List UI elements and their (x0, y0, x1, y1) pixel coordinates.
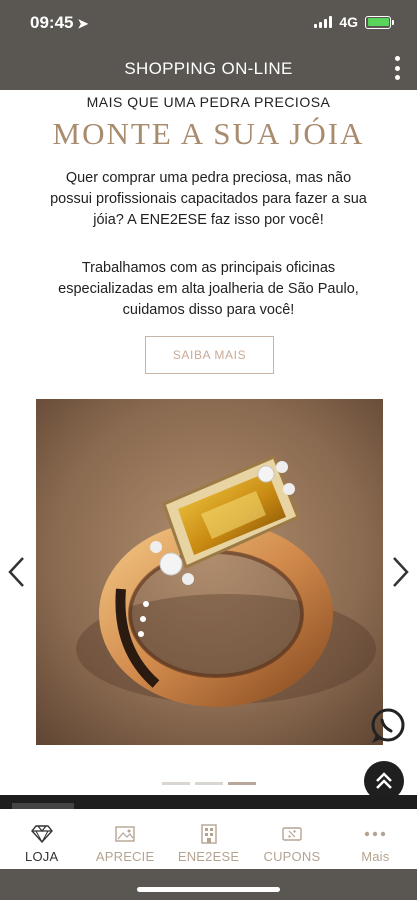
app-bar: SHOPPING ON-LINE (0, 46, 417, 90)
hero-headline: MONTE A SUA JÓIA (52, 116, 365, 151)
nav-label: CUPONS (263, 849, 321, 864)
carousel-dot[interactable] (195, 782, 223, 785)
nav-item-loja[interactable]: LOJA (0, 809, 83, 869)
home-indicator-area (0, 869, 417, 900)
diamond-icon (30, 823, 53, 845)
app-title: SHOPPING ON-LINE (124, 59, 293, 78)
nav-item-ene2ese[interactable]: ENE2ESE (167, 809, 250, 869)
nav-label: Mais (361, 849, 390, 864)
more-options-icon[interactable] (391, 56, 403, 80)
coupon-icon (281, 823, 303, 845)
nav-label: ENE2ESE (177, 849, 240, 864)
image-icon (114, 823, 136, 845)
whatsapp-icon[interactable] (366, 705, 408, 747)
carousel-dot-active[interactable] (228, 782, 256, 785)
nav-divider (0, 795, 417, 809)
nav-item-cupons[interactable]: CUPONS (250, 809, 333, 869)
nav-item-aprecie[interactable]: APRECIE (83, 809, 166, 869)
carousel-indicators (162, 782, 256, 785)
hero-paragraph-1: Quer comprar uma pedra preciosa, mas não… (50, 170, 367, 228)
network-type: 4G (339, 14, 358, 30)
battery-icon (365, 15, 394, 29)
status-bar: 09:45 ➤ 4G (0, 0, 417, 46)
hero-paragraph-2: Trabalhamos com as principais oficinas e… (58, 260, 359, 318)
nav-label: LOJA (25, 849, 59, 864)
building-icon (200, 823, 218, 845)
gold-ring-image (36, 399, 383, 745)
carousel-dot[interactable] (162, 782, 190, 785)
bottom-navigation: LOJA APRECIE ENE2ESE CUPONS Mais (0, 809, 417, 869)
more-icon (364, 823, 386, 845)
carousel-prev-arrow-icon[interactable] (5, 552, 29, 592)
clock: 09:45 (30, 13, 74, 32)
saiba-mais-button[interactable]: SAIBA MAIS (145, 336, 274, 374)
carousel-next-arrow-icon[interactable] (388, 552, 412, 592)
nav-item-mais[interactable]: Mais (334, 809, 417, 869)
nav-label: APRECIE (95, 849, 155, 864)
carousel-slide-image[interactable] (36, 399, 383, 745)
status-indicators: 4G (314, 14, 394, 30)
hero-kicker: MAIS QUE UMA PEDRA PRECIOSA (86, 94, 331, 110)
signal-icon (314, 16, 333, 28)
location-arrow-icon: ➤ (77, 16, 89, 31)
double-chevron-up-icon (376, 772, 392, 789)
status-time: 09:45 ➤ (30, 13, 88, 33)
home-indicator[interactable] (137, 887, 280, 892)
